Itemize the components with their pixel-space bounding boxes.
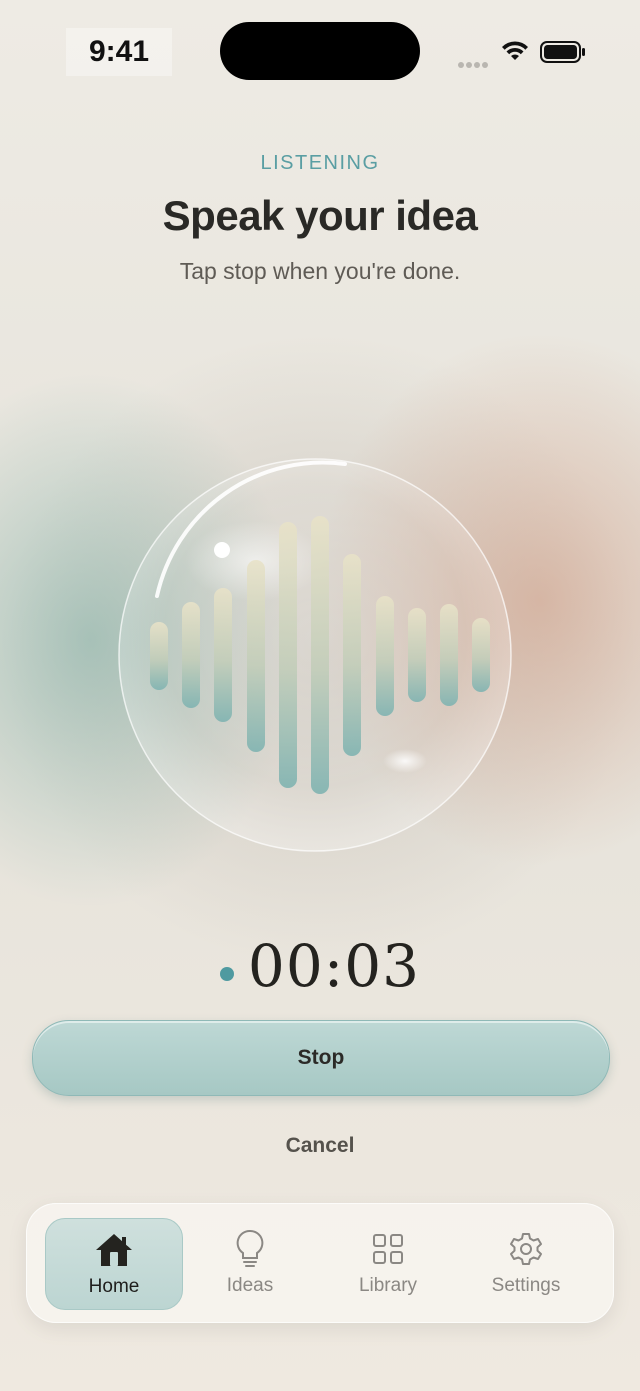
lightbulb-icon [236,1229,264,1269]
tab-ideas-label: Ideas [226,1275,274,1296]
waveform-bar [343,554,361,756]
tab-settings-label: Settings [491,1275,561,1296]
dynamic-island [220,22,420,80]
tab-ideas[interactable]: Ideas [182,1218,318,1308]
tab-library[interactable]: Library [320,1218,456,1308]
elapsed-time: 00:03 [247,932,421,1000]
waveform-bar [214,588,232,722]
voice-waveform-orb [118,458,512,852]
waveform-bar [440,604,458,706]
gear-icon [508,1229,544,1269]
recording-indicator-dot [219,966,234,981]
grid-icon [372,1229,404,1269]
waveform-bar [311,516,329,794]
status-bar: 9:41 [0,0,640,100]
cellular-signal-icon [458,55,490,73]
status-time: 9:41 [66,28,172,76]
tab-library-label: Library [358,1275,418,1296]
battery-icon [540,41,585,63]
waveform-bar [408,608,426,702]
waveform-bar [472,618,490,692]
waveform-bar [182,602,200,708]
waveform-bar [150,622,168,690]
cancel-button[interactable]: Cancel [220,1128,420,1164]
tab-home-label: Home [88,1276,140,1297]
listening-label: LISTENING [260,152,380,174]
tab-bar: Home Ideas Library Settings [26,1203,614,1323]
waveform-bar [376,596,394,716]
tab-settings[interactable]: Settings [458,1218,594,1308]
stop-button[interactable]: Stop [32,1020,610,1096]
page-subtitle: Tap stop when you're done. [179,258,461,284]
home-icon [94,1230,134,1270]
tab-home[interactable]: Home [45,1218,183,1310]
waveform-bar [279,522,297,788]
wifi-icon [502,41,528,60]
waveform-bar [247,560,265,752]
recording-timer: 00:03 [0,932,640,1000]
page-title: Speak your idea [162,192,478,239]
